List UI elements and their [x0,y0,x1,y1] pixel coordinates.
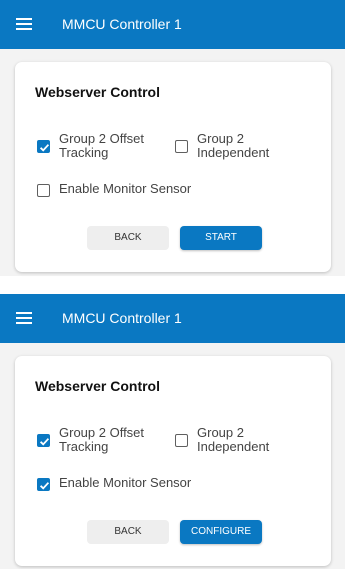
checkbox-unchecked-icon [37,184,50,197]
menu-icon[interactable] [16,18,32,30]
offset-tracking-checkbox[interactable]: Group 2 Offset Tracking [37,426,159,454]
offset-tracking-label: Group 2 Offset Tracking [59,131,145,160]
webserver-control-card: Webserver Control Group 2 Offset Trackin… [15,62,331,272]
screen-configure-state: MMCU Controller 1 Webserver Control Grou… [0,294,345,569]
offset-tracking-label: Group 2 Offset Tracking [59,425,145,454]
app-bar: MMCU Controller 1 [0,0,345,49]
monitor-sensor-checkbox[interactable]: Enable Monitor Sensor [37,476,191,491]
start-button[interactable]: START [180,226,262,250]
app-bar: MMCU Controller 1 [0,294,345,343]
menu-icon[interactable] [16,312,32,324]
card-title: Webserver Control [35,378,160,394]
monitor-sensor-label: Enable Monitor Sensor [59,181,192,196]
checkbox-unchecked-icon [175,434,188,447]
screen-start-state: MMCU Controller 1 Webserver Control Grou… [0,0,345,276]
independent-label: Group 2 Independent [197,131,270,160]
independent-checkbox[interactable]: Group 2 Independent [175,426,277,454]
offset-tracking-checkbox[interactable]: Group 2 Offset Tracking [37,132,159,160]
webserver-control-card: Webserver Control Group 2 Offset Trackin… [15,356,331,566]
back-button[interactable]: BACK [87,226,169,250]
checkbox-unchecked-icon [175,140,188,153]
independent-checkbox[interactable]: Group 2 Independent [175,132,277,160]
app-title: MMCU Controller 1 [62,16,182,32]
monitor-sensor-checkbox[interactable]: Enable Monitor Sensor [37,182,191,197]
checkbox-checked-icon [37,434,50,447]
monitor-sensor-label: Enable Monitor Sensor [59,475,192,490]
checkbox-checked-icon [37,478,50,491]
card-title: Webserver Control [35,84,160,100]
checkbox-checked-icon [37,140,50,153]
configure-button[interactable]: CONFIGURE [180,520,262,544]
back-button[interactable]: BACK [87,520,169,544]
app-title: MMCU Controller 1 [62,310,182,326]
independent-label: Group 2 Independent [197,425,270,454]
